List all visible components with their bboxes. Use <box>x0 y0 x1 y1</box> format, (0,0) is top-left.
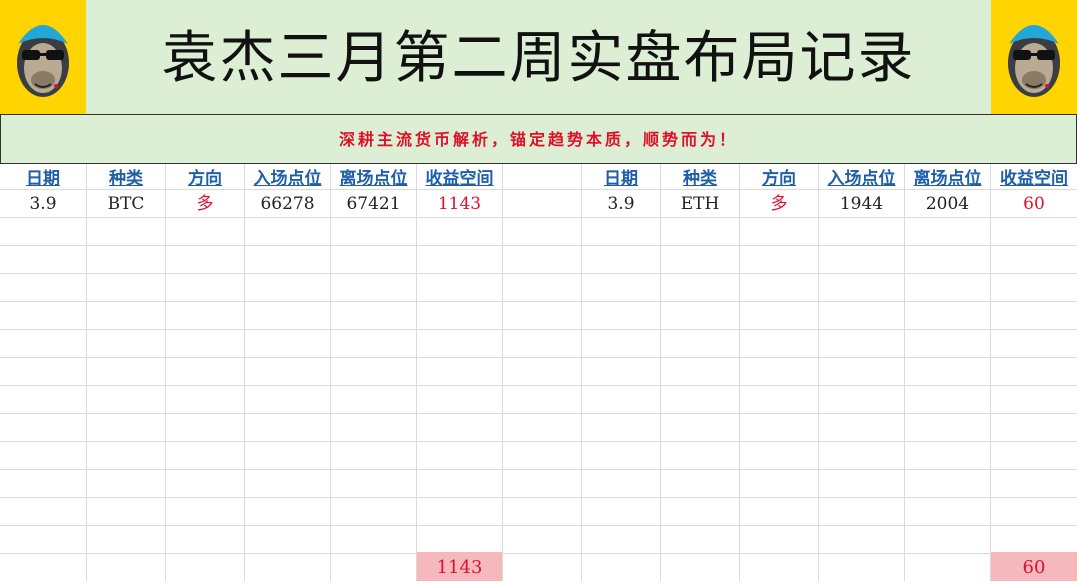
left-row-profit: 1143 <box>437 194 482 214</box>
left-row-date: 3.9 <box>29 194 57 214</box>
left-row-entry: 66278 <box>260 194 315 214</box>
grid-col-line <box>818 164 819 581</box>
logo-left <box>0 0 86 114</box>
grid-col-line <box>330 164 331 581</box>
grid-col-line <box>904 164 905 581</box>
grid-col-line <box>244 164 245 581</box>
grid-col-line <box>990 164 991 581</box>
grid-row-line <box>0 357 1077 358</box>
left-header-exit: 离场点位 <box>339 169 408 189</box>
grid-col-line <box>739 164 740 581</box>
grid-row-line <box>0 441 1077 442</box>
grid-row-line <box>0 245 1077 246</box>
left-header-profit: 收益空间 <box>425 169 494 189</box>
right-header-date: 日期 <box>604 169 638 189</box>
right-row-profit: 60 <box>1023 194 1045 214</box>
grid-col-line <box>416 164 417 581</box>
left-header-kind: 种类 <box>109 169 143 189</box>
grid-row-line <box>0 413 1077 414</box>
grid-row-line <box>0 301 1077 302</box>
grid-col-line <box>165 164 166 581</box>
grid-row-line <box>0 273 1077 274</box>
grid-row-line <box>0 329 1077 330</box>
spreadsheet-grid <box>0 164 1077 581</box>
subtitle: 深耕主流货币解析，锚定趋势本质，顺势而为！ <box>338 130 738 149</box>
grid-col-line <box>581 164 582 581</box>
grid-col-line <box>86 164 87 581</box>
grid-row-line <box>0 525 1077 526</box>
grid-col-line <box>660 164 661 581</box>
grid-row-line <box>0 553 1077 554</box>
right-row-date: 3.9 <box>607 194 635 214</box>
subtitle-bar: 深耕主流货币解析，锚定趋势本质，顺势而为！ <box>0 114 1077 164</box>
right-header-entry: 入场点位 <box>827 169 896 189</box>
logo-right <box>991 0 1077 114</box>
right-header-exit: 离场点位 <box>913 169 982 189</box>
right-row-entry: 1944 <box>839 194 884 214</box>
right-row-kind: ETH <box>680 194 720 214</box>
grid-row-line <box>0 469 1077 470</box>
right-header-direction: 方向 <box>762 169 796 189</box>
title-banner: 袁杰三月第二周实盘布局记录 <box>0 0 1077 114</box>
right-row-exit: 2004 <box>925 194 970 214</box>
right-row-direction: 多 <box>770 194 788 214</box>
left-header-entry: 入场点位 <box>253 169 322 189</box>
left-row-kind: BTC <box>107 194 145 214</box>
grid-row-line <box>0 385 1077 386</box>
left-header-date: 日期 <box>26 169 60 189</box>
monkey-logo-icon <box>1008 25 1060 97</box>
grid-col-line <box>502 164 503 581</box>
right-header-kind: 种类 <box>683 169 717 189</box>
left-row-exit: 67421 <box>346 194 401 214</box>
monkey-logo-icon <box>17 25 69 97</box>
left-total: 1143 <box>417 552 502 581</box>
left-header-direction: 方向 <box>188 169 222 189</box>
right-total: 60 <box>991 552 1077 581</box>
page-title: 袁杰三月第二周实盘布局记录 <box>161 26 916 91</box>
left-row-direction: 多 <box>196 194 214 214</box>
grid-row-line <box>0 497 1077 498</box>
right-header-profit: 收益空间 <box>1000 169 1068 189</box>
